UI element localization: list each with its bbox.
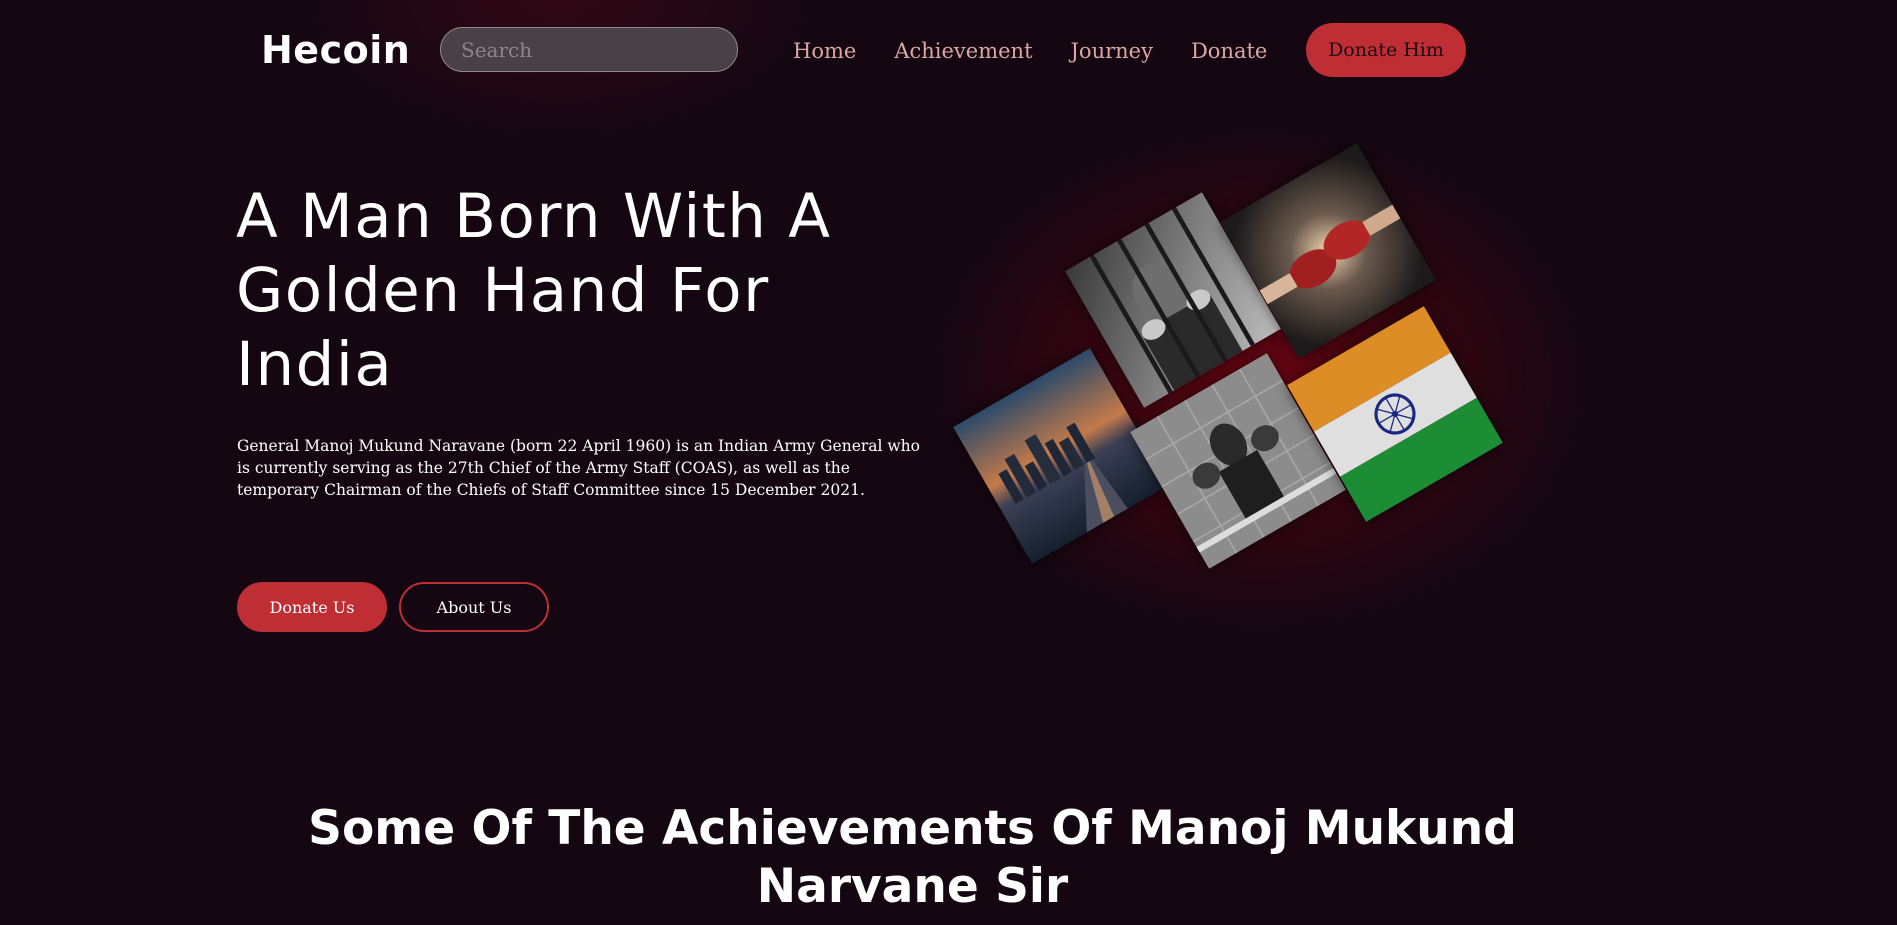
nav-link-journey[interactable]: Journey (1071, 34, 1153, 68)
donate-him-button[interactable]: Donate Him (1306, 23, 1466, 77)
donate-us-button[interactable]: Donate Us (237, 582, 387, 632)
nav-link-donate[interactable]: Donate (1191, 34, 1267, 68)
hero-title: A Man Born With A Golden Hand For India (236, 181, 832, 400)
search-input[interactable] (441, 28, 737, 71)
hero-description: General Manoj Mukund Naravane (born 22 A… (237, 437, 920, 499)
nav-link-achievement[interactable]: Achievement (894, 34, 1032, 68)
about-us-button[interactable]: About Us (399, 582, 549, 632)
search-box[interactable] (440, 27, 738, 72)
achievements-title: Some Of The Achievements Of Manoj Mukund… (308, 801, 1517, 914)
nav-links: Home Achievement Journey Donate (793, 34, 1267, 68)
navbar: Hecoin Home Achievement Journey Donate D… (0, 0, 1897, 140)
brand-logo[interactable]: Hecoin (261, 24, 410, 76)
nav-link-home[interactable]: Home (793, 34, 856, 68)
